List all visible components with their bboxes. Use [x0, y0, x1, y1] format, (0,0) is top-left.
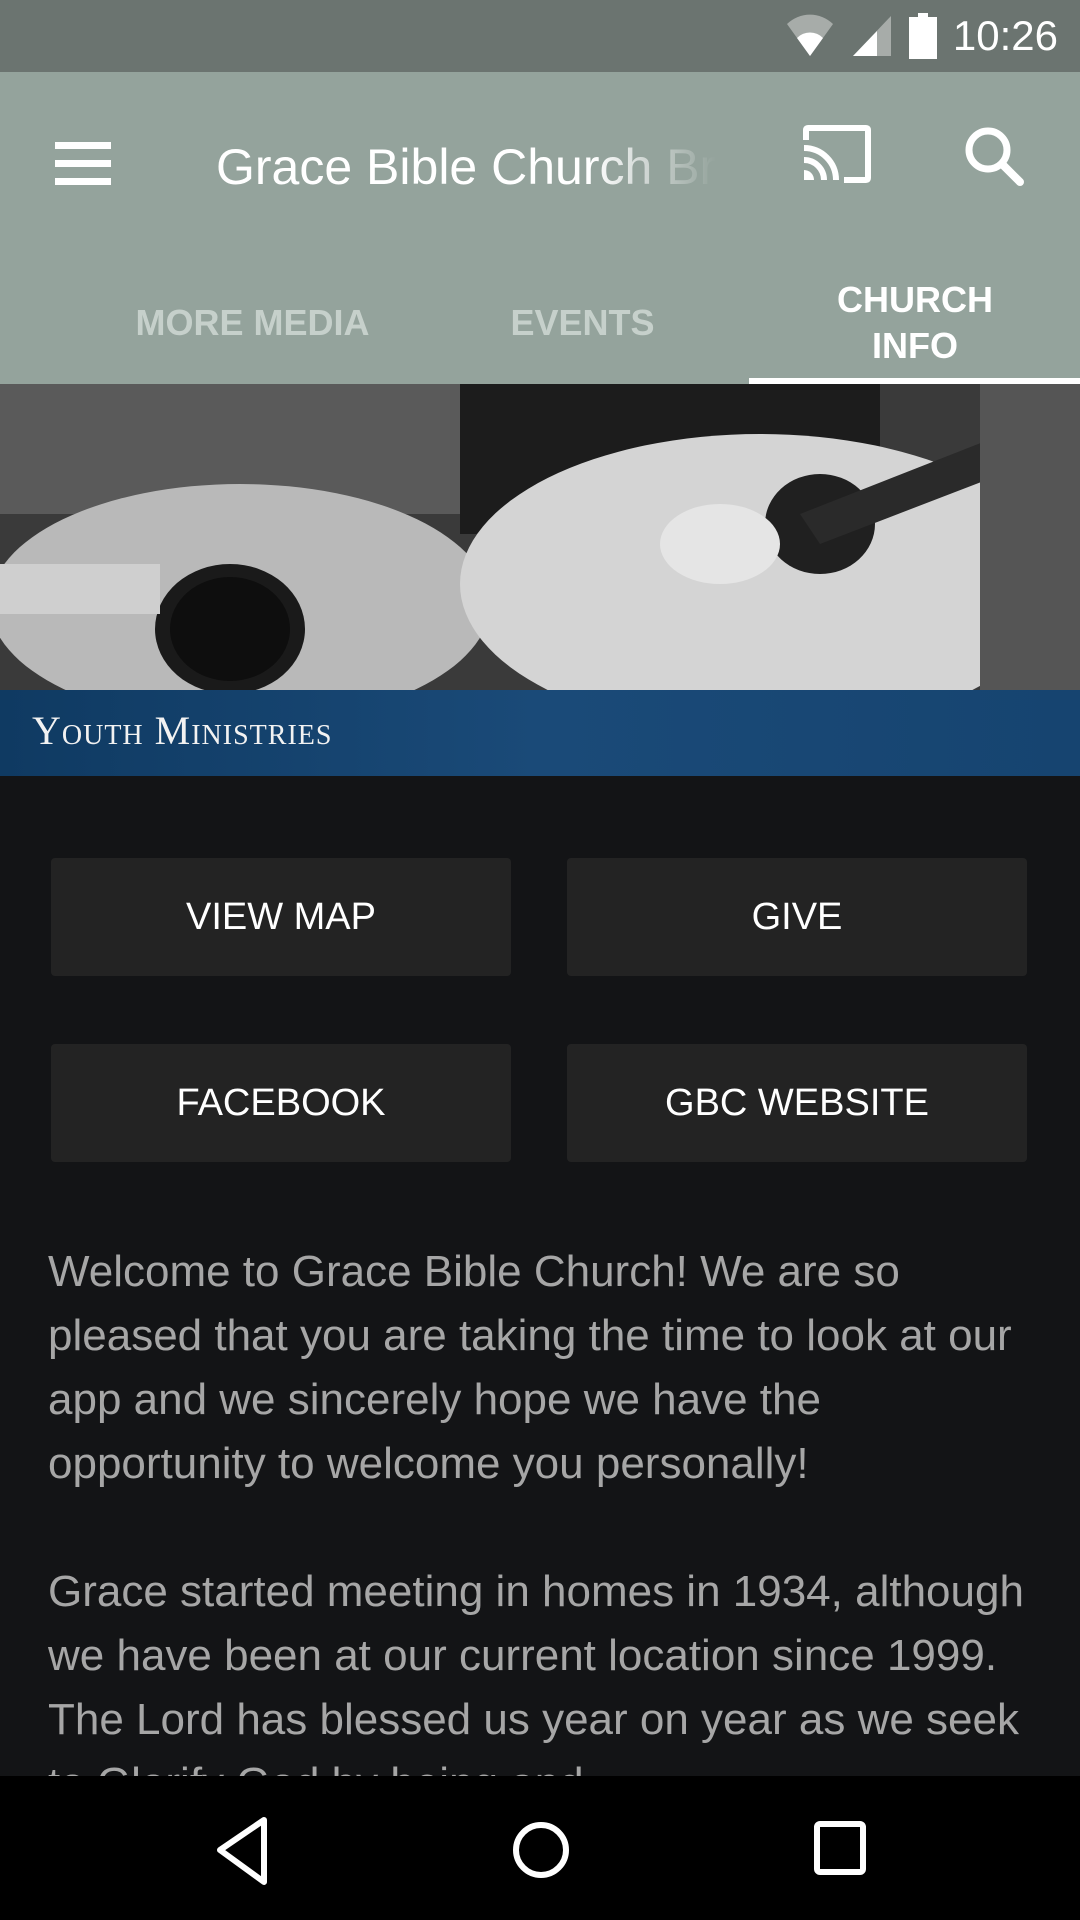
view-map-button[interactable]: VIEW MAP	[51, 858, 511, 976]
app-bar: Grace Bible Church Bryan MORE MEDIA EVEN…	[0, 72, 1080, 384]
battery-icon	[908, 13, 937, 59]
recents-icon[interactable]	[795, 1812, 885, 1892]
cast-icon[interactable]	[800, 124, 874, 194]
banner-caption: Youth Ministries	[32, 708, 333, 753]
hamburger-menu-icon[interactable]	[50, 134, 120, 194]
app-title: Grace Bible Church Bryan	[216, 139, 716, 195]
search-icon[interactable]	[962, 124, 1032, 194]
banner-caption-strip: Youth Ministries	[0, 690, 1080, 776]
home-icon[interactable]	[496, 1812, 586, 1892]
facebook-button[interactable]: FACEBOOK	[51, 1044, 511, 1162]
status-bar: 10:26	[0, 0, 1080, 72]
guitar-photo	[0, 384, 1080, 734]
give-button[interactable]: GIVE	[567, 858, 1027, 976]
gbc-website-button[interactable]: GBC WEBSITE	[567, 1044, 1027, 1162]
navigation-bar	[0, 1776, 1080, 1920]
tab-more-media[interactable]: MORE MEDIA	[100, 262, 405, 384]
banner-image: Youth Ministries	[0, 384, 1080, 776]
cell-signal-icon	[852, 16, 891, 56]
back-icon[interactable]	[196, 1812, 286, 1892]
tab-bar: MORE MEDIA EVENTS CHURCH INFO	[0, 262, 1080, 384]
tab-events[interactable]: EVENTS	[440, 262, 725, 384]
tab-church-info[interactable]: CHURCH INFO	[780, 262, 1050, 384]
clock: 10:26	[952, 12, 1058, 59]
wifi-icon	[786, 14, 833, 56]
tab-church-info-label: CHURCH INFO	[837, 279, 993, 366]
paragraph-welcome: Welcome to Grace Bible Church! We are so…	[48, 1247, 1012, 1488]
